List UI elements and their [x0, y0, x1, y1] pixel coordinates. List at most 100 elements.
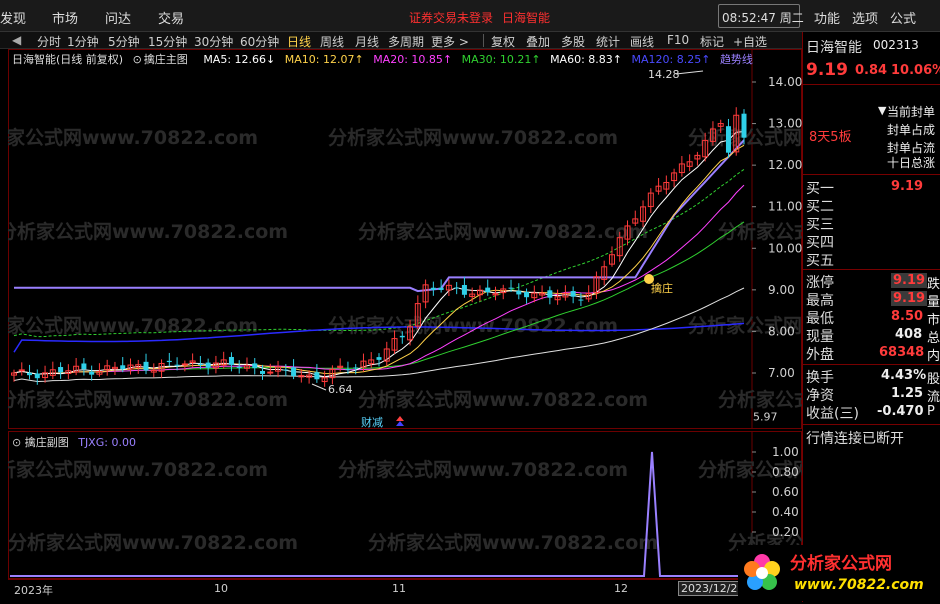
watermark-text: 分析家公式网www.70822.com [8, 220, 288, 243]
watermark-text: 分析家公式网www.70822.com [8, 458, 268, 481]
restore-rights-button[interactable]: 复权 [491, 33, 515, 50]
menu-market[interactable]: 市场 [52, 8, 78, 27]
stock-name: 日海智能 [806, 40, 862, 56]
y-label: 13.00 [768, 117, 802, 131]
f10-button[interactable]: F10 [667, 33, 689, 47]
y-last-label: 5.97 [753, 410, 778, 423]
overlay-button[interactable]: 叠加 [526, 33, 550, 50]
stat-value-netasset: 1.25 [891, 386, 924, 401]
logo-text: 分析家公式网 [790, 553, 892, 574]
candle-body-down [547, 290, 553, 298]
watermark-text: 分析家公式网www.70822.com [358, 388, 648, 411]
y-label: 1.00 [772, 445, 799, 459]
legend-trend: 趋势线 [719, 53, 753, 66]
toolbar-divider [483, 34, 484, 47]
candle-body-down [58, 367, 64, 373]
candle-body-down [485, 287, 491, 293]
menu-function[interactable]: 功能 [814, 8, 840, 27]
tab-period-1min[interactable]: 1分钟 [67, 33, 99, 50]
tab-period-multi[interactable]: 多周期 [388, 33, 424, 50]
stock-code: 002313 [873, 38, 919, 52]
stat-tail-low: 市 [927, 313, 940, 328]
tab-period-15min[interactable]: 15分钟 [148, 33, 187, 50]
legend-ma120: MA120: 8.25↑ [631, 53, 711, 66]
bid-label-3: 买三 [806, 217, 834, 233]
main-legend: 日海智能(日线 前复权) ⊙ 擒庄主图 MA5: 12.66↓ MA10: 12.… [12, 51, 759, 67]
candle-body-down [508, 287, 514, 289]
menu-discover[interactable]: 发现 [0, 8, 26, 27]
watermark-text: 分析家公式网www.70822.com [328, 314, 618, 337]
multi-stock-button[interactable]: 多股 [561, 33, 585, 50]
login-alert[interactable]: 证券交易未登录 [409, 9, 493, 26]
stat-value-eps: -0.470 [877, 404, 924, 419]
candle-body-down [252, 363, 258, 369]
candle-body-down [260, 370, 266, 374]
tab-period-monthly[interactable]: 月线 [355, 33, 379, 50]
sub-legend-value: TJXG: 0.00 [78, 436, 136, 449]
stat-label-outer: 外盘 [806, 347, 834, 363]
watermark-text: 分析家公式网www.70822.com [8, 531, 298, 554]
add-watchlist-button[interactable]: +自选 [733, 33, 767, 50]
menu-formula[interactable]: 公式 [890, 8, 916, 27]
mark-button[interactable]: 标记 [700, 33, 724, 50]
candle-body-up [181, 363, 188, 366]
candle-body-down [283, 369, 289, 371]
candle-body-down [454, 287, 460, 289]
candle-body-down [430, 287, 436, 290]
menu-options[interactable]: 选项 [852, 8, 878, 27]
tab-period-fenshi[interactable]: 分时 [37, 33, 61, 50]
clock: 08:52:47 周二 [718, 4, 804, 28]
candle-body-down [89, 371, 95, 375]
quote-panel: 日海智能 002313 9.19 0.84 10.06% 8天5板 ▼ 当前封单… [802, 32, 940, 602]
candle-body-down [725, 126, 731, 153]
stats-button[interactable]: 统计 [596, 33, 620, 50]
divider [803, 424, 940, 425]
menu-wenda[interactable]: 问达 [105, 8, 131, 27]
qinzhuang-label: 擒庄 [651, 281, 673, 295]
candle-body-up [267, 371, 274, 374]
candle-body-down [143, 361, 149, 371]
stat-value-low: 8.50 [891, 309, 924, 324]
stat-tail-high: 量 [927, 295, 940, 310]
tab-period-60min[interactable]: 60分钟 [240, 33, 279, 50]
y-label: 11.00 [768, 200, 802, 214]
y-label: 0.20 [772, 525, 799, 539]
stat-value-volume: 408 [895, 327, 923, 342]
tab-period-weekly[interactable]: 周线 [320, 33, 344, 50]
candle-body-down [570, 291, 576, 297]
stat-tail-netasset: 流 [927, 390, 940, 405]
stat-tail-eps: P [927, 404, 935, 419]
draw-line-button[interactable]: 画线 [630, 33, 654, 50]
tab-period-5min[interactable]: 5分钟 [108, 33, 140, 50]
low-price-label: 6.64 [328, 383, 353, 396]
x-label-oct: 10 [214, 582, 228, 595]
collapse-icon[interactable]: ◀ [12, 33, 21, 47]
sub-legend: ⊙ 擒庄副图 TJXG: 0.00 [12, 434, 136, 450]
candle-body-down [461, 285, 467, 295]
tab-period-30min[interactable]: 30分钟 [194, 33, 233, 50]
board-streak: 8天5板 [809, 130, 852, 145]
logo-url: www.70822.com [794, 577, 924, 593]
last-price: 9.19 [806, 60, 848, 80]
candle-body-down [524, 291, 530, 298]
candle-body-down [197, 363, 203, 365]
tab-period-more[interactable]: 更多 > [431, 33, 469, 50]
caijian-label[interactable]: 财减 [361, 415, 383, 429]
tab-period-daily[interactable]: 日线 [287, 33, 311, 50]
menu-trade[interactable]: 交易 [158, 8, 184, 27]
legend-ma60: MA60: 8.83↑ [550, 53, 622, 66]
bid-label-2: 买二 [806, 199, 834, 215]
menubar: 发现 市场 问达 交易 证券交易未登录 日海智能 08:52:47 周二 功能 … [0, 0, 940, 32]
note-seal-ratio: 封单占成 [887, 123, 936, 137]
legend-title: 日海智能(日线 前复权) [12, 53, 124, 66]
bullet-icon: ▼ [878, 104, 887, 117]
main-kline-chart[interactable]: 分析家公式网www.70822.com 分析家公式网www.70822.com 分析… [8, 49, 802, 429]
dropdown-icon[interactable]: ⊙ [12, 436, 21, 449]
watermark-text: 分析家公式网www.70822.com [358, 220, 648, 243]
site-logo: 分析家公式网 www.70822.com [738, 545, 938, 601]
legend-indicator[interactable]: ⊙ 擒庄主图 [133, 53, 194, 66]
candle-body-down [27, 372, 33, 376]
y-label: 9.00 [768, 283, 795, 297]
sub-indicator-chart[interactable]: 分析家公式网www.70822.com 分析家公式网www.70822.com 分析… [8, 431, 802, 579]
y-label: 14.00 [768, 75, 802, 89]
